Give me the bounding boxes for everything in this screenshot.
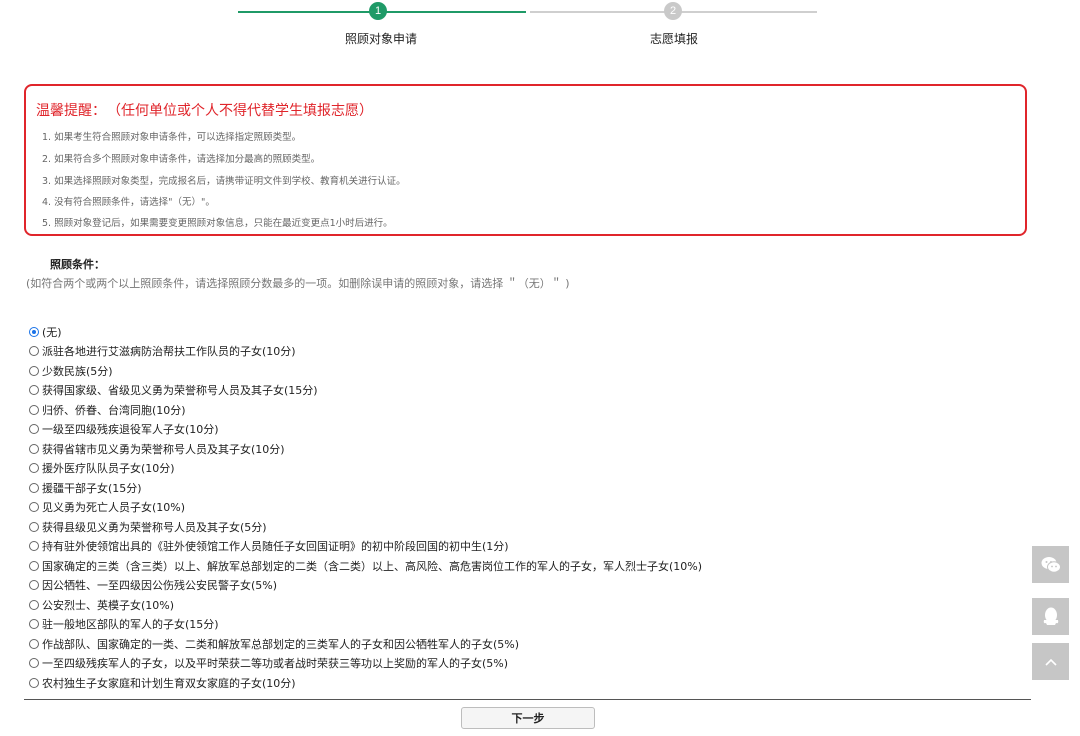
option-label: 援外医疗队队员子女(10分) xyxy=(42,462,175,476)
care-condition-option[interactable]: 作战部队、国家确定的一类、二类和解放军总部划定的三类军人的子女和因公牺牲军人的子… xyxy=(29,634,702,654)
option-label: (无) xyxy=(42,325,62,339)
care-conditions-hint: (如符合两个或两个以上照顾条件，请选择照顾分数最多的一项。如删除误申请的照顾对象… xyxy=(26,277,570,290)
step-1-indicator: 1 xyxy=(369,2,387,20)
radio-button[interactable] xyxy=(29,404,39,415)
care-conditions-title: 照顾条件： xyxy=(50,258,105,271)
care-condition-radio-group: (无) 派驻各地进行艾滋病防治帮扶工作队员的子女(10分) 少数民族(5分) 获得国家… xyxy=(29,322,702,693)
option-label: 作战部队、国家确定的一类、二类和解放军总部划定的三类军人的子女和因公牺牲军人的子… xyxy=(42,637,520,651)
radio-button[interactable] xyxy=(29,502,39,513)
reminder-item: 3. 如果选择照顾对象类型，完成报名后，请携带证明文件到学校、教育机关进行认证。 xyxy=(42,176,406,187)
option-label: 因公牺牲、一至四级因公伤残公安民警子女(5%) xyxy=(42,579,278,593)
radio-button[interactable] xyxy=(29,326,39,337)
radio-button[interactable] xyxy=(29,638,39,649)
care-condition-option[interactable]: 因公牺牲、一至四级因公伤残公安民警子女(5%) xyxy=(29,576,702,596)
radio-button[interactable] xyxy=(29,599,39,610)
option-label: 获得国家级、省级见义勇为荣誉称号人员及其子女(15分) xyxy=(42,384,318,398)
radio-button[interactable] xyxy=(29,385,39,396)
reminder-item: 4. 没有符合照顾条件，请选择"（无）"。 xyxy=(42,197,215,208)
care-condition-option[interactable]: 获得国家级、省级见义勇为荣誉称号人员及其子女(15分) xyxy=(29,381,702,401)
care-condition-option[interactable]: 获得省辖市见义勇为荣誉称号人员及其子女(10分) xyxy=(29,439,702,459)
option-label: 获得县级见义勇为荣誉称号人员及其子女(5分) xyxy=(42,520,267,534)
option-label: 公安烈士、英模子女(10%) xyxy=(42,598,175,612)
reminder-title-text: 温馨提醒： xyxy=(36,103,106,119)
reminder-title: 温馨提醒： （任何单位或个人不得代替学生填报志愿） xyxy=(36,100,373,120)
wechat-button[interactable] xyxy=(1032,546,1069,583)
care-condition-option[interactable]: (无) xyxy=(29,322,702,342)
step-2-label: 志愿填报 xyxy=(650,32,699,46)
radio-button[interactable] xyxy=(29,677,39,688)
care-condition-option[interactable]: 援外医疗队队员子女(10分) xyxy=(29,459,702,479)
radio-button[interactable] xyxy=(29,619,39,630)
option-label: 一至四级残疾军人的子女，以及平时荣获二等功或者战时荣获三等功以上奖励的军人的子女… xyxy=(42,657,509,671)
radio-button[interactable] xyxy=(29,560,39,571)
care-condition-option[interactable]: 见义勇为死亡人员子女(10%) xyxy=(29,498,702,518)
progress-stepper: 1 2 照顾对象申请 志愿填报 xyxy=(0,0,1080,60)
qq-icon xyxy=(1043,607,1058,625)
reminder-title-note: （任何单位或个人不得代替学生填报志愿） xyxy=(114,103,373,119)
option-label: 持有驻外使领馆出具的《驻外使领馆工作人员随任子女回国证明》的初中阶段回国的初中生… xyxy=(42,540,509,554)
option-label: 归侨、侨眷、台湾同胞(10分) xyxy=(42,403,186,417)
option-label: 援疆干部子女(15分) xyxy=(42,481,142,495)
radio-button[interactable] xyxy=(29,365,39,376)
care-condition-option[interactable]: 驻一般地区部队的军人的子女(15分) xyxy=(29,615,702,635)
option-label: 少数民族(5分) xyxy=(42,364,113,378)
reminder-item: 5. 照顾对象登记后，如果需要变更照顾对象信息，只能在最近变更点1小时后进行。 xyxy=(42,218,393,229)
option-label: 见义勇为死亡人员子女(10%) xyxy=(42,501,186,515)
reminder-item: 2. 如果符合多个照顾对象申请条件，请选择加分最高的照顾类型。 xyxy=(42,154,321,165)
option-label: 一级至四级残疾退役军人子女(10分) xyxy=(42,423,219,437)
step-1-label: 照顾对象申请 xyxy=(345,32,418,46)
care-condition-option[interactable]: 派驻各地进行艾滋病防治帮扶工作队员的子女(10分) xyxy=(29,342,702,362)
back-to-top-icon xyxy=(1044,658,1057,666)
care-condition-option[interactable]: 归侨、侨眷、台湾同胞(10分) xyxy=(29,400,702,420)
care-condition-option[interactable]: 援疆干部子女(15分) xyxy=(29,478,702,498)
option-label: 驻一般地区部队的军人的子女(15分) xyxy=(42,618,219,632)
radio-button[interactable] xyxy=(29,541,39,552)
care-condition-option[interactable]: 一至四级残疾军人的子女，以及平时荣获二等功或者战时荣获三等功以上奖励的军人的子女… xyxy=(29,654,702,674)
option-label: 国家确定的三类（含三类）以上、解放军总部划定的二类（含二类）以上、高风险、高危害… xyxy=(42,559,703,573)
radio-button[interactable] xyxy=(29,580,39,591)
radio-button[interactable] xyxy=(29,346,39,357)
radio-button[interactable] xyxy=(29,521,39,532)
step-2-indicator: 2 xyxy=(664,2,682,20)
wechat-icon xyxy=(1041,556,1061,573)
section-divider xyxy=(24,699,1031,700)
next-step-button[interactable]: 下一步 xyxy=(461,707,595,729)
care-condition-option[interactable]: 少数民族(5分) xyxy=(29,361,702,381)
warm-reminder-box: 温馨提醒： （任何单位或个人不得代替学生填报志愿） 1. 如果考生符合照顾对象申请… xyxy=(24,84,1027,236)
reminder-item: 1. 如果考生符合照顾对象申请条件，可以选择指定照顾类型。 xyxy=(42,132,302,143)
care-condition-option[interactable]: 一级至四级残疾退役军人子女(10分) xyxy=(29,420,702,440)
radio-button[interactable] xyxy=(29,463,39,474)
care-condition-option[interactable]: 持有驻外使领馆出具的《驻外使领馆工作人员随任子女回国证明》的初中阶段回国的初中生… xyxy=(29,537,702,557)
back-to-top-button[interactable] xyxy=(1032,643,1069,680)
radio-button[interactable] xyxy=(29,424,39,435)
care-condition-option[interactable]: 国家确定的三类（含三类）以上、解放军总部划定的二类（含二类）以上、高风险、高危害… xyxy=(29,556,702,576)
radio-button[interactable] xyxy=(29,443,39,454)
option-label: 派驻各地进行艾滋病防治帮扶工作队员的子女(10分) xyxy=(42,345,296,359)
care-condition-option[interactable]: 公安烈士、英模子女(10%) xyxy=(29,595,702,615)
radio-button[interactable] xyxy=(29,658,39,669)
option-label: 获得省辖市见义勇为荣誉称号人员及其子女(10分) xyxy=(42,442,285,456)
care-condition-option[interactable]: 获得县级见义勇为荣誉称号人员及其子女(5分) xyxy=(29,517,702,537)
care-condition-option[interactable]: 农村独生子女家庭和计划生育双女家庭的子女(10分) xyxy=(29,673,702,693)
option-label: 农村独生子女家庭和计划生育双女家庭的子女(10分) xyxy=(42,676,296,690)
radio-button[interactable] xyxy=(29,482,39,493)
qq-button[interactable] xyxy=(1032,598,1069,635)
